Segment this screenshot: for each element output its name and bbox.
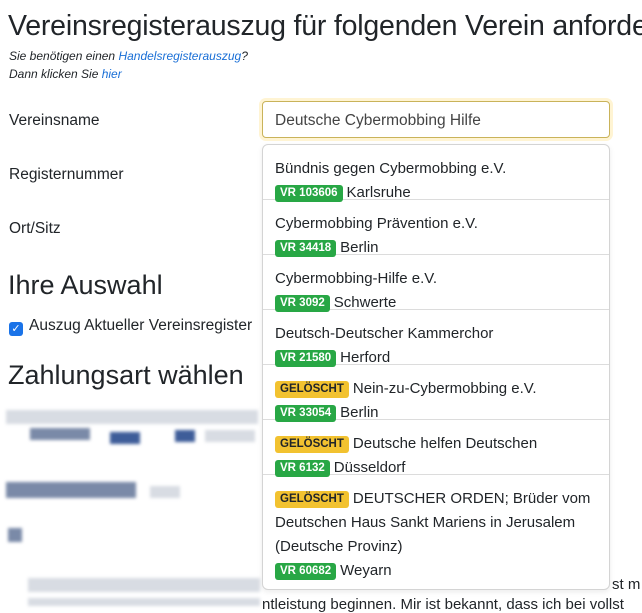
selection-heading: Ihre Auswahl [8, 270, 163, 300]
blurred-text-1 [6, 410, 258, 424]
option-name: Deutsche helfen Deutschen [352, 435, 538, 452]
blurred-text-7 [150, 486, 180, 498]
register-badge: VR 60682 [275, 563, 337, 580]
dropdown-option[interactable]: Deutsch-Deutscher Kammerchor VR 21580 Her… [263, 310, 609, 367]
blurred-text-6 [6, 482, 136, 498]
extract-checkbox-row[interactable]: ✓ Auszug Aktueller Vereinsregister [9, 317, 252, 336]
register-badge: VR 103606 [275, 185, 343, 202]
option-name: Bündnis gegen Cybermobbing e.V. [275, 160, 507, 177]
register-badge: VR 6132 [275, 460, 330, 477]
extract-checkbox-label: Auszug Aktueller Vereinsregister [29, 317, 253, 334]
register-badge: VR 34418 [275, 240, 337, 257]
option-name: Cybermobbing-Hilfe e.V. [275, 270, 438, 287]
dropdown-option[interactable]: GELÖSCHT Deutsche helfen Deutschen VR 613… [263, 420, 609, 477]
background-fragment-2: ntleistung beginnen. Mir ist bekannt, da… [262, 596, 624, 613]
option-city: Berlin [340, 239, 379, 256]
checkbox-checked-icon[interactable]: ✓ [9, 322, 23, 336]
dropdown-option[interactable]: Cybermobbing-Hilfe e.V. VR 3092 Schwerte [263, 255, 609, 312]
deleted-badge: GELÖSCHT [275, 436, 349, 453]
autocomplete-dropdown: Bündnis gegen Cybermobbing e.V. VR 10360… [262, 144, 610, 590]
hint-click-here: Dann klicken Sie hier [9, 67, 122, 81]
option-city: Düsseldorf [333, 459, 406, 476]
payment-heading: Zahlungsart wählen [8, 360, 244, 390]
vereinsname-input[interactable]: Deutsche Cybermobbing Hilfe [262, 101, 610, 138]
blurred-text-4 [175, 430, 195, 442]
blurred-text-5 [205, 430, 255, 442]
deleted-badge: GELÖSCHT [275, 381, 349, 398]
vereinsname-label: Vereinsname [9, 112, 100, 129]
option-name: Nein-zu-Cybermobbing e.V. [352, 380, 537, 397]
registernummer-label: Registernummer [9, 166, 124, 183]
option-city: Herford [340, 349, 391, 366]
blurred-text-2 [30, 428, 90, 440]
option-name: Deutsch-Deutscher Kammerchor [275, 325, 494, 342]
ort-label: Ort/Sitz [9, 220, 61, 237]
blurred-text-3 [110, 432, 140, 444]
dropdown-option[interactable]: GELÖSCHT DEUTSCHER ORDEN; Brüder vom Deut… [263, 475, 609, 589]
register-badge: VR 33054 [275, 405, 337, 422]
handelsregister-link[interactable]: Handelsregisterauszug [118, 49, 241, 63]
background-fragment-1: st m [612, 576, 641, 593]
register-badge: VR 21580 [275, 350, 337, 367]
option-city: Weyarn [340, 562, 392, 579]
dropdown-option[interactable]: Cybermobbing Prävention e.V. VR 34418 Ber… [263, 200, 609, 257]
page-title: Vereinsregisterauszug für folgenden Vere… [8, 10, 642, 42]
blurred-text-8 [8, 528, 22, 542]
option-city: Karlsruhe [346, 184, 411, 201]
hier-link[interactable]: hier [102, 67, 122, 81]
dropdown-option[interactable]: GELÖSCHT Nein-zu-Cybermobbing e.V. VR 330… [263, 365, 609, 422]
deleted-badge: GELÖSCHT [275, 491, 349, 508]
blurred-text-10 [28, 598, 260, 606]
option-city: Schwerte [333, 294, 397, 311]
register-badge: VR 3092 [275, 295, 330, 312]
hint-handelsregister: Sie benötigen einen Handelsregisterauszu… [9, 49, 248, 63]
option-city: Berlin [340, 404, 379, 421]
dropdown-option[interactable]: Bündnis gegen Cybermobbing e.V. VR 10360… [263, 145, 609, 202]
blurred-text-9 [28, 578, 260, 592]
option-name: Cybermobbing Prävention e.V. [275, 215, 478, 232]
